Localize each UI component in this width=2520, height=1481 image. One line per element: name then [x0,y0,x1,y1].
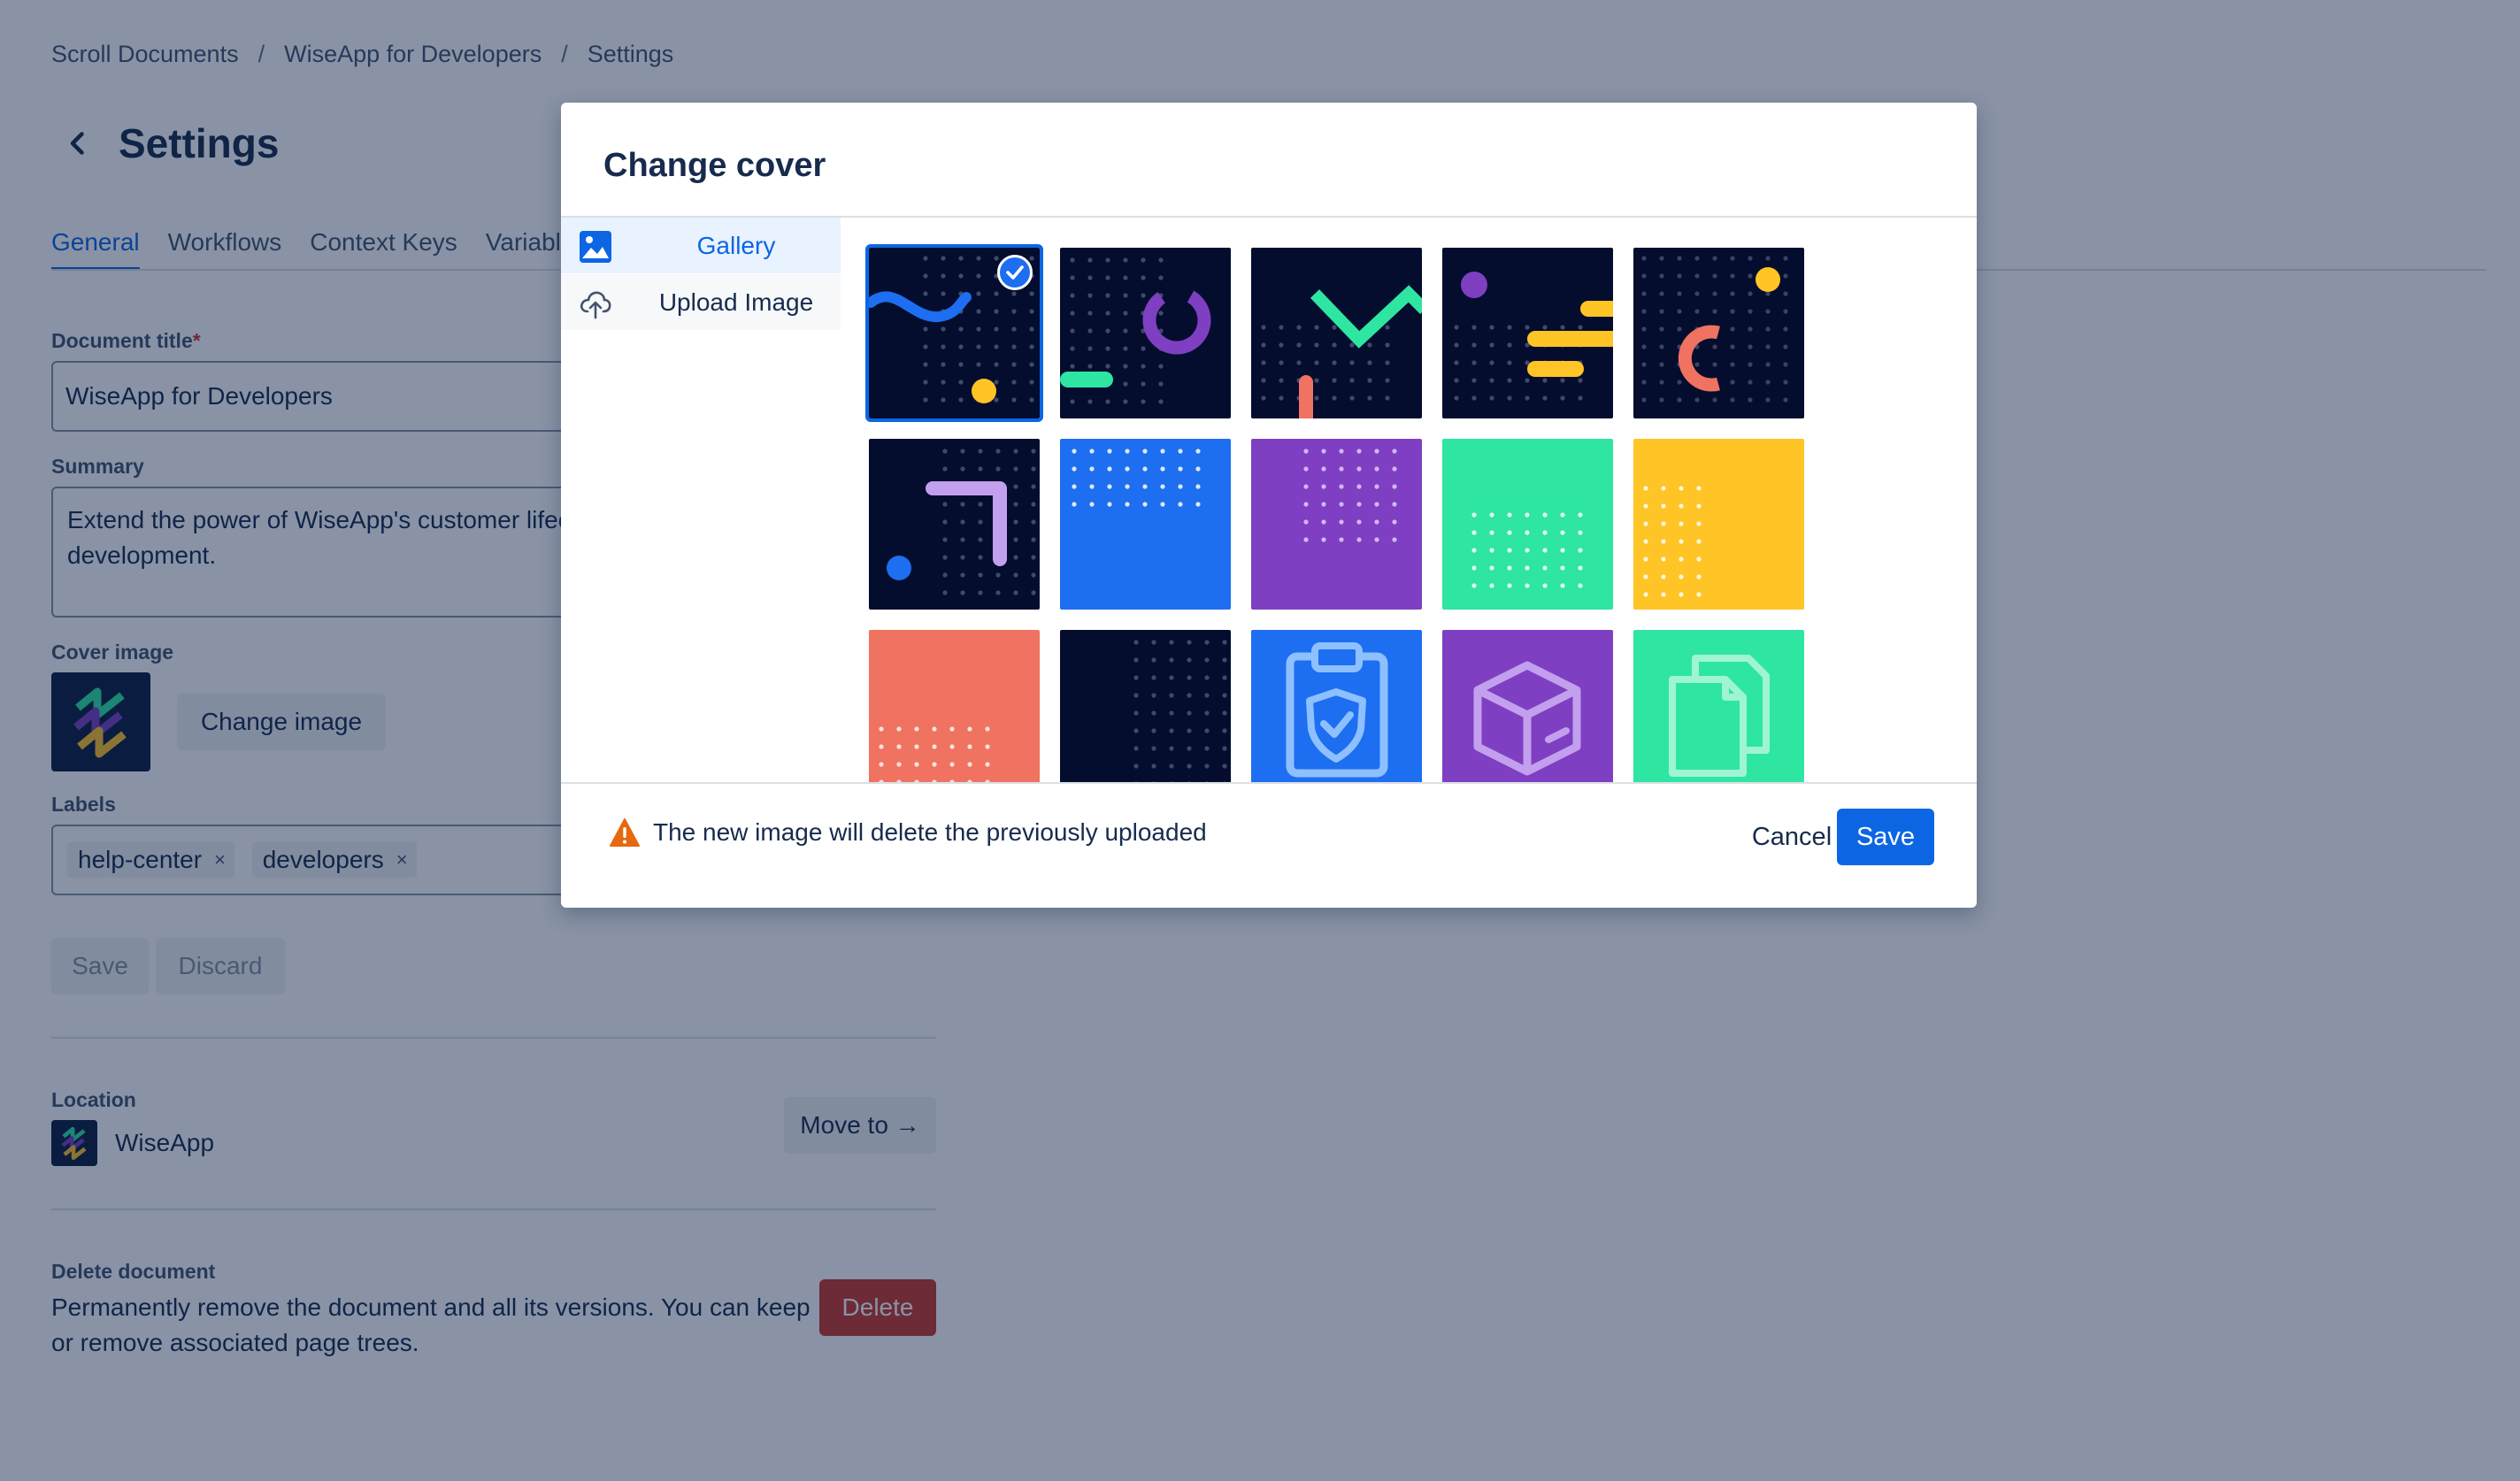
cloud-upload-icon [580,291,611,319]
cover-artwork [1643,486,1702,597]
cover-artwork [879,726,990,782]
image-icon [580,231,611,263]
warning-icon [610,818,640,847]
cover-dark-dots-tile[interactable] [1060,630,1231,782]
warning-message: The new image will delete the previously… [609,817,1207,848]
cover-ring-tile[interactable] [1060,248,1231,418]
cover-artwork [887,449,1036,595]
checkmark-icon [1006,265,1024,280]
cover-artwork [1669,655,1770,777]
cover-artwork [1303,449,1397,542]
cover-artwork [1473,661,1581,776]
cover-check-tile[interactable] [1251,248,1422,418]
cover-gallery [865,244,1963,782]
cover-arc-tile[interactable] [1633,248,1804,418]
change-cover-modal: Change cover Gallery Upload Image The ne… [561,103,1977,908]
warning-text: The new image will delete the previously… [653,818,1207,846]
cover-corner-tile[interactable] [869,439,1040,610]
cover-artwork [1471,512,1583,588]
modal-title: Change cover [603,147,826,184]
modal-side-nav: Gallery Upload Image [561,218,841,331]
cover-artwork [1641,256,1788,403]
selected-check-icon [997,255,1033,290]
cover-wave-tile[interactable] [865,244,1043,422]
cover-purple-dots-tile[interactable] [1251,439,1422,610]
cover-artwork [1072,449,1201,507]
side-item-gallery[interactable]: Gallery [561,218,841,274]
cover-clipboard-tile[interactable] [1251,630,1422,782]
cover-documents-tile[interactable] [1633,630,1804,782]
cover-green-dots-tile[interactable] [1442,439,1613,610]
cover-artwork [1261,285,1422,418]
cover-blue-dots-tile[interactable] [1060,439,1231,610]
cover-artwork [1286,642,1388,778]
cover-artwork [1133,640,1227,782]
side-item-upload-image[interactable]: Upload Image [561,274,841,331]
cover-coral-dots-tile[interactable] [869,630,1040,782]
cover-artwork [1060,257,1211,404]
cover-lines-tile[interactable] [1442,248,1613,418]
save-button[interactable]: Save [1837,809,1934,865]
cover-artwork [1454,272,1613,401]
cover-yellow-dots-tile[interactable] [1633,439,1804,610]
modal-footer-divider [561,782,1977,784]
cover-box-tile[interactable] [1442,630,1613,782]
